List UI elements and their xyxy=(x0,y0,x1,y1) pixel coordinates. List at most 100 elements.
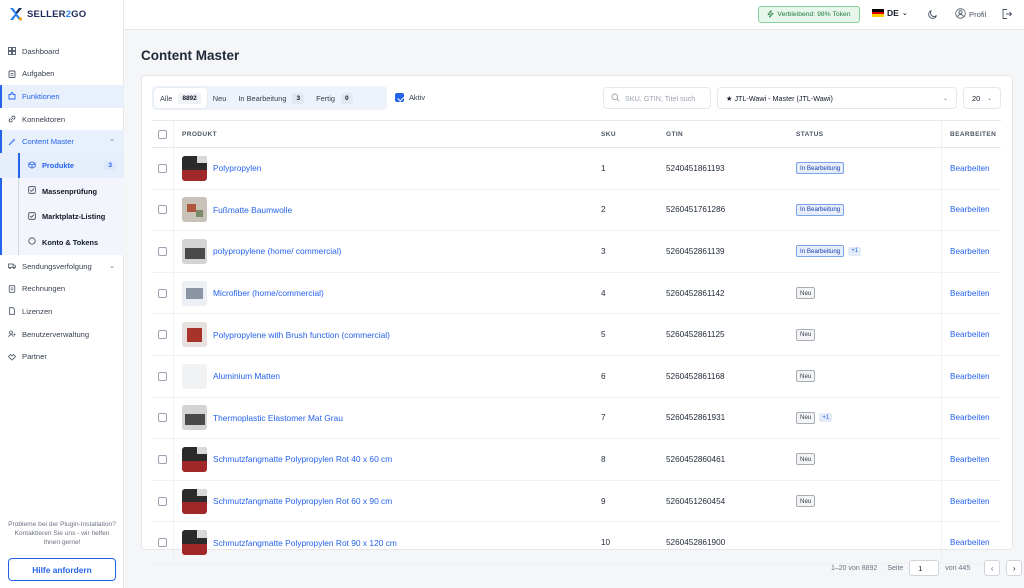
product-name-link[interactable]: polypropylene (home/ commercial) xyxy=(213,246,341,256)
sidebar-item-dashboard[interactable]: Dashboard xyxy=(0,40,124,63)
products-table: PRODUKT SKU GTIN STATUS BEARBEITEN Polyp… xyxy=(152,120,1001,564)
edit-link[interactable]: Bearbeiten xyxy=(950,205,990,214)
product-name-link[interactable]: Polypropylene with Brush function (comme… xyxy=(213,330,390,340)
product-name-link[interactable]: Schmutzfangmatte Polypropylen Rot 40 x 6… xyxy=(213,454,392,464)
sidebar-item-content-master[interactable]: Content Master ⌃ xyxy=(0,130,124,153)
german-flag-icon xyxy=(872,9,884,18)
sidebar: SELLER2GO Dashboard Aufgaben Funktionen … xyxy=(0,0,124,588)
gtin-cell: 5260452861125 xyxy=(666,330,725,340)
edit-link[interactable]: Bearbeiten xyxy=(950,497,990,506)
header-gtin[interactable]: GTIN xyxy=(666,131,796,138)
table-row[interactable]: Polypropylene with Brush function (comme… xyxy=(152,314,1001,356)
product-name-link[interactable]: Schmutzfangmatte Polypropylen Rot 90 x 1… xyxy=(213,538,397,548)
row-checkbox[interactable] xyxy=(158,330,167,340)
sidebar-item-rechnungen[interactable]: Rechnungen xyxy=(0,278,124,301)
edit-link[interactable]: Bearbeiten xyxy=(950,247,990,256)
row-checkbox[interactable] xyxy=(158,246,167,256)
master-select[interactable]: ★ JTL-Wawi - Master (JTL-Wawi) ⌄ xyxy=(717,87,957,109)
language-selector[interactable]: DE ⌄ xyxy=(872,8,908,18)
moon-icon[interactable] xyxy=(927,8,939,20)
sidebar-subitem-marktplatz-listing[interactable]: Marktplatz-Listing xyxy=(0,203,124,230)
language-label: DE xyxy=(887,8,899,18)
product-name-link[interactable]: Aluminium Matten xyxy=(213,371,280,381)
tab-alle[interactable]: Alle 8892 xyxy=(154,88,207,108)
sidebar-item-benutzerverwaltung[interactable]: Benutzerverwaltung xyxy=(0,323,124,346)
product-cell: Schmutzfangmatte Polypropylen Rot 60 x 9… xyxy=(174,488,601,514)
product-name-link[interactable]: Schmutzfangmatte Polypropylen Rot 60 x 9… xyxy=(213,496,392,506)
sidebar-item-aufgaben[interactable]: Aufgaben xyxy=(0,63,124,86)
count-badge: 3 xyxy=(104,161,116,171)
search-box xyxy=(603,87,711,109)
brand-logo[interactable]: SELLER2GO xyxy=(9,7,86,21)
sidebar-subitem-produkte[interactable]: Produkte 3 xyxy=(0,152,124,179)
table-row[interactable]: Schmutzfangmatte Polypropylen Rot 90 x 1… xyxy=(152,522,1001,564)
sidebar-subitem-label: Produkte xyxy=(42,161,75,171)
table-row[interactable]: polypropylene (home/ commercial) 3 52604… xyxy=(152,231,1001,273)
sidebar-subitem-konto-tokens[interactable]: Konto & Tokens xyxy=(0,229,124,255)
sku-cell: 10 xyxy=(601,538,611,548)
row-checkbox[interactable] xyxy=(158,496,167,506)
token-status-text: Verbleibend: 98% Token xyxy=(777,11,851,18)
page-size-select[interactable]: 20 ⌄ xyxy=(963,87,1001,109)
table-row[interactable]: Polypropylen 1 5240451861193 In Bearbeit… xyxy=(152,148,1001,190)
sidebar-item-funktionen[interactable]: Funktionen xyxy=(0,85,124,108)
header-sku[interactable]: SKU xyxy=(601,131,666,138)
edit-link[interactable]: Bearbeiten xyxy=(950,289,990,298)
header-product[interactable]: PRODUKT xyxy=(174,131,601,138)
request-help-button[interactable]: Hilfe anfordern xyxy=(8,558,116,581)
row-checkbox[interactable] xyxy=(158,163,167,173)
clipboard-icon xyxy=(8,70,16,78)
edit-link[interactable]: Bearbeiten xyxy=(950,538,990,547)
profile-button[interactable]: Profil xyxy=(955,8,986,21)
sidebar-item-label: Sendungsverfolgung xyxy=(22,261,92,271)
product-name-link[interactable]: Microfiber (home/commercial) xyxy=(213,288,324,298)
tab-neu[interactable]: Neu xyxy=(207,88,233,108)
edit-link[interactable]: Bearbeiten xyxy=(950,164,990,173)
row-checkbox-cell xyxy=(152,522,174,563)
table-row[interactable]: Schmutzfangmatte Polypropylen Rot 40 x 6… xyxy=(152,439,1001,481)
status-badge: In Bearbeitung xyxy=(796,162,845,175)
edit-cell: Bearbeiten xyxy=(941,189,1001,231)
aktiv-filter[interactable]: Aktiv xyxy=(395,93,425,102)
product-name-link[interactable]: Thermoplastic Elastomer Mat Grau xyxy=(213,413,343,423)
select-all-checkbox[interactable] xyxy=(158,129,167,139)
edit-link[interactable]: Bearbeiten xyxy=(950,372,990,381)
sidebar-item-konnektoren[interactable]: Konnektoren xyxy=(0,108,124,131)
sidebar-item-partner[interactable]: Partner xyxy=(0,345,124,368)
prev-page-button[interactable]: ‹ xyxy=(984,560,1001,576)
table-row[interactable]: Aluminium Matten 6 5260452861168 Neu Bea… xyxy=(152,355,1001,398)
row-checkbox[interactable] xyxy=(158,413,167,423)
row-checkbox[interactable] xyxy=(158,288,167,298)
product-name-link[interactable]: Polypropylen xyxy=(213,163,261,173)
sidebar-item-sendungsverfolgung[interactable]: Sendungsverfolgung ⌄ xyxy=(0,255,124,278)
logout-icon[interactable] xyxy=(1001,8,1013,20)
header-status[interactable]: STATUS xyxy=(796,131,941,138)
sidebar-item-label: Rechnungen xyxy=(22,284,66,294)
next-page-button[interactable]: › xyxy=(1006,560,1023,576)
edit-cell: Bearbeiten xyxy=(941,522,1001,563)
row-checkbox-cell xyxy=(152,439,174,480)
sidebar-subitem-massenpruefung[interactable]: Massenprüfung xyxy=(0,178,124,204)
sidebar-item-lizenzen[interactable]: Lizenzen xyxy=(0,300,124,323)
row-checkbox[interactable] xyxy=(158,371,167,381)
tab-count: 3 xyxy=(292,92,305,104)
row-checkbox[interactable] xyxy=(158,454,167,464)
table-row[interactable]: Schmutzfangmatte Polypropylen Rot 60 x 9… xyxy=(152,480,1001,523)
aktiv-checkbox[interactable] xyxy=(395,93,404,102)
page-number-input[interactable]: 1 xyxy=(909,560,940,576)
row-checkbox[interactable] xyxy=(158,538,167,548)
search-input[interactable] xyxy=(625,93,705,103)
edit-link[interactable]: Bearbeiten xyxy=(950,455,990,464)
tab-in-bearbeitung[interactable]: In Bearbeitung 3 xyxy=(232,88,310,108)
product-name-link[interactable]: Fußmatte Baumwolle xyxy=(213,205,292,215)
table-row[interactable]: Microfiber (home/commercial) 4 526045286… xyxy=(152,272,1001,315)
edit-link[interactable]: Bearbeiten xyxy=(950,413,990,422)
table-row[interactable]: Thermoplastic Elastomer Mat Grau 7 52604… xyxy=(152,397,1001,440)
help-text: Probleme bei der Plugin-Installation? Ko… xyxy=(8,521,116,546)
table-row[interactable]: Fußmatte Baumwolle 2 5260451761286 In Be… xyxy=(152,189,1001,232)
sidebar-item-label: Konnektoren xyxy=(22,114,66,124)
tab-fertig[interactable]: Fertig 0 xyxy=(310,88,359,108)
status-badge: Neu xyxy=(796,328,816,341)
edit-link[interactable]: Bearbeiten xyxy=(950,330,990,339)
row-checkbox[interactable] xyxy=(158,205,167,215)
